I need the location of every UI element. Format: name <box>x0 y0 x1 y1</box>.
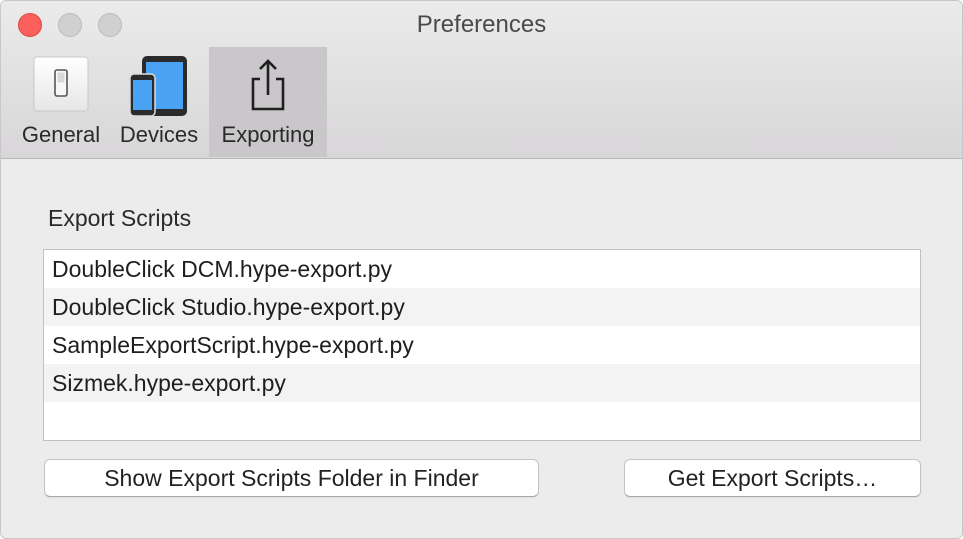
tab-devices[interactable]: Devices <box>111 47 207 157</box>
tab-exporting-label: Exporting <box>221 122 315 147</box>
tab-general[interactable]: General <box>13 47 109 157</box>
tab-devices-label: Devices <box>119 122 199 147</box>
export-scripts-list[interactable]: DoubleClick DCM.hype-export.py DoubleCli… <box>43 249 921 441</box>
list-item[interactable]: DoubleClick Studio.hype-export.py <box>44 288 920 326</box>
export-scripts-heading: Export Scripts <box>48 205 192 231</box>
titlebar: Preferences General Devices Exporting <box>1 1 962 159</box>
tab-general-label: General <box>21 122 101 147</box>
switch-icon <box>33 55 89 118</box>
list-item[interactable]: Sizmek.hype-export.py <box>44 364 920 402</box>
devices-icon <box>129 55 189 122</box>
show-export-scripts-folder-button[interactable]: Show Export Scripts Folder in Finder <box>44 459 539 497</box>
share-icon <box>243 55 293 120</box>
list-item[interactable]: DoubleClick DCM.hype-export.py <box>44 250 920 288</box>
tab-exporting[interactable]: Exporting <box>209 47 327 157</box>
window-title: Preferences <box>416 11 547 38</box>
list-empty-row <box>44 402 920 440</box>
list-item[interactable]: SampleExportScript.hype-export.py <box>44 326 920 364</box>
get-export-scripts-button[interactable]: Get Export Scripts… <box>624 459 921 497</box>
preferences-window: Preferences General Devices Exporting Ex… <box>0 0 963 539</box>
